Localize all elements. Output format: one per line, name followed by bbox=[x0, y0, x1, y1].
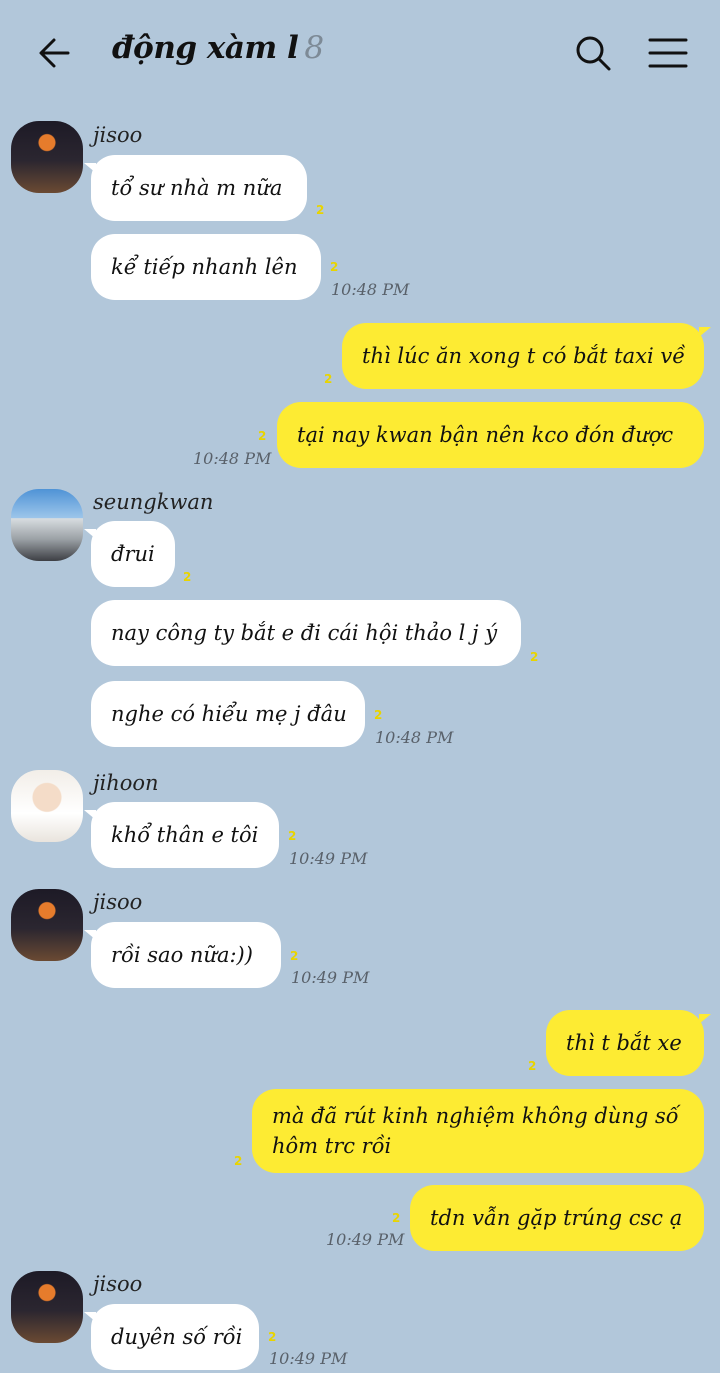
chat-header: động xàm l8 bbox=[0, 0, 720, 105]
message-bubble[interactable]: đrui bbox=[84, 521, 175, 587]
arrow-left-icon[interactable] bbox=[36, 34, 74, 72]
message-time: 10:48 PM bbox=[331, 280, 410, 299]
unread-count: 2 bbox=[288, 829, 297, 843]
message-bubble[interactable]: thì t bắt xe bbox=[546, 1010, 711, 1076]
unread-count: 2 bbox=[530, 650, 539, 664]
sender-name: jisoo bbox=[93, 1272, 143, 1296]
search-icon[interactable] bbox=[574, 34, 612, 72]
hamburger-menu-icon[interactable] bbox=[648, 36, 688, 70]
message-bubble[interactable]: tổ sư nhà m nữa bbox=[84, 155, 307, 221]
unread-count: 2 bbox=[528, 1059, 537, 1073]
unread-count: 2 bbox=[290, 949, 299, 963]
message-bubble[interactable]: kể tiếp nhanh lên bbox=[91, 234, 321, 300]
message-time: 10:48 PM bbox=[193, 449, 272, 468]
message-bubble[interactable]: duyên số rồi bbox=[84, 1304, 259, 1370]
message-bubble[interactable]: tdn vẫn gặp trúng csc ạ bbox=[410, 1185, 704, 1251]
avatar-jisoo[interactable] bbox=[11, 1271, 83, 1343]
avatar-jisoo[interactable] bbox=[11, 121, 83, 193]
message-bubble[interactable]: nghe có hiểu mẹ j đâu bbox=[91, 681, 365, 747]
message-bubble[interactable]: tại nay kwan bận nên kco đón được bbox=[277, 402, 704, 468]
sender-name: jisoo bbox=[93, 890, 143, 914]
avatar-jihoon[interactable] bbox=[11, 770, 83, 842]
message-bubble[interactable]: mà đã rút kinh nghiệm không dùng số hôm … bbox=[252, 1089, 704, 1173]
unread-count: 2 bbox=[316, 203, 325, 217]
unread-count: 2 bbox=[324, 372, 333, 386]
message-time: 10:48 PM bbox=[375, 728, 454, 747]
unread-count: 2 bbox=[392, 1211, 401, 1225]
message-time: 10:49 PM bbox=[269, 1349, 348, 1368]
room-name: động xàm l bbox=[112, 30, 299, 66]
unread-count: 2 bbox=[374, 708, 383, 722]
message-time: 10:49 PM bbox=[291, 968, 370, 987]
avatar-seungkwan[interactable] bbox=[11, 489, 83, 561]
unread-count: 2 bbox=[258, 429, 267, 443]
message-bubble[interactable]: nay công ty bắt e đi cái hội thảo l j ý bbox=[91, 600, 521, 666]
sender-name: jisoo bbox=[93, 123, 143, 147]
unread-count: 2 bbox=[234, 1154, 243, 1168]
unread-count: 2 bbox=[330, 260, 339, 274]
sender-name: jihoon bbox=[93, 771, 159, 795]
message-bubble[interactable]: rồi sao nữa:)) bbox=[84, 922, 281, 988]
message-bubble[interactable]: thì lúc ăn xong t có bắt taxi về bbox=[342, 323, 711, 389]
chat-title: động xàm l8 bbox=[112, 30, 324, 66]
message-bubble[interactable]: khổ thân e tôi bbox=[84, 802, 279, 868]
avatar-jisoo[interactable] bbox=[11, 889, 83, 961]
unread-count: 2 bbox=[183, 570, 192, 584]
unread-count: 2 bbox=[268, 1330, 277, 1344]
sender-name: seungkwan bbox=[93, 490, 214, 514]
message-time: 10:49 PM bbox=[289, 849, 368, 868]
member-count: 8 bbox=[304, 30, 324, 66]
message-time: 10:49 PM bbox=[326, 1230, 405, 1249]
